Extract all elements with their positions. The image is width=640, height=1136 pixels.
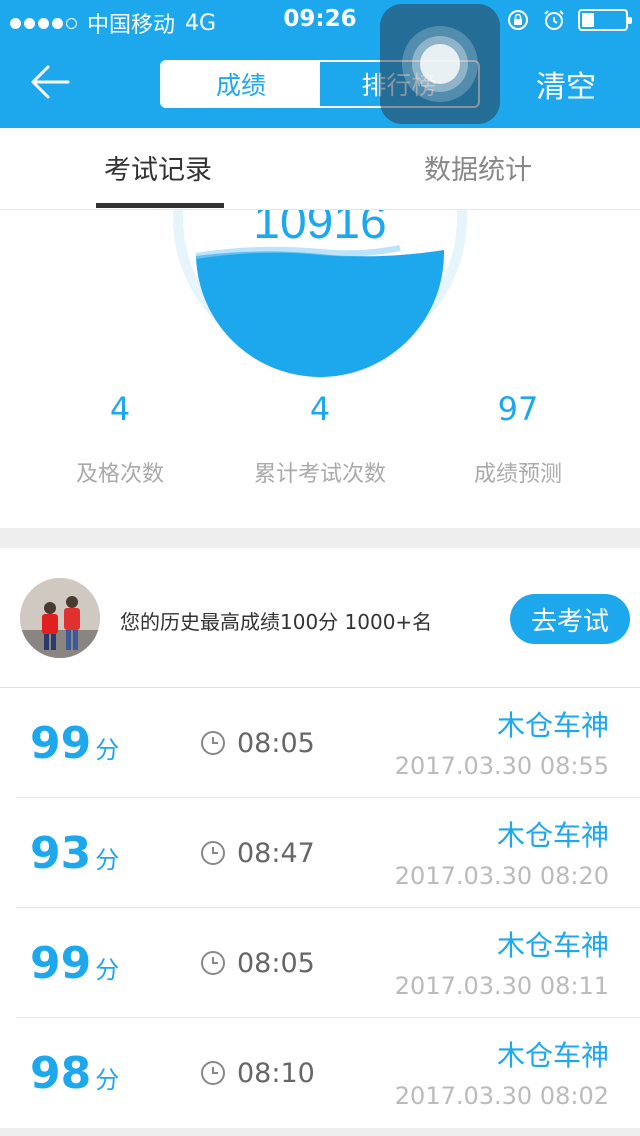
status-icons [506, 8, 632, 32]
stats-row: 4 及格次数 4 累计考试次数 97 成绩预测 [0, 390, 640, 510]
clock-icon [201, 731, 225, 755]
list-item[interactable]: 99 分 08:05 木仓车神 2017.03.30 08:11 [0, 908, 640, 1018]
best-score-text: 您的历史最高成绩100分 1000+名 [120, 610, 433, 634]
bottom-divider [0, 1128, 640, 1136]
record-duration: 08:47 [237, 838, 315, 869]
record-date: 2017.03.30 08:02 [394, 1082, 609, 1110]
stat-label: 成绩预测 [473, 462, 562, 487]
score-gauge: 10916 [173, 210, 467, 377]
record-duration: 08:05 [237, 728, 315, 759]
alarm-icon [544, 10, 564, 30]
battery-icon [578, 9, 632, 31]
record-score: 99 分 [30, 718, 120, 769]
stat-value: 4 [109, 390, 131, 428]
take-exam-button[interactable]: 去考试 [510, 594, 630, 644]
list-item[interactable]: 93 分 08:47 木仓车神 2017.03.30 08:20 [0, 798, 640, 908]
stat-total-exams: 4 累计考试次数 [220, 390, 420, 488]
tab-bar: 考试记录 数据统计 [0, 128, 640, 210]
segment-scores[interactable]: 成绩 [162, 62, 320, 106]
rotation-lock-icon [508, 10, 528, 30]
record-date: 2017.03.30 08:55 [394, 752, 609, 780]
record-date: 2017.03.30 08:20 [394, 862, 609, 890]
arrow-left-icon[interactable] [28, 62, 72, 102]
record-score: 93 分 [30, 828, 120, 879]
record-title: 木仓车神 [496, 929, 609, 962]
record-duration: 08:05 [237, 948, 315, 979]
list-item[interactable]: 98 分 08:10 木仓车神 2017.03.30 08:02 [0, 1018, 640, 1128]
stat-label: 累计考试次数 [253, 462, 386, 487]
stat-label: 及格次数 [75, 462, 164, 487]
record-title: 木仓车神 [496, 1039, 609, 1072]
exam-records-list: 99 分 08:05 木仓车神 2017.03.30 08:55 93 分 08:4… [0, 688, 640, 1128]
assistive-touch-button[interactable] [380, 4, 500, 124]
clear-button[interactable]: 清空 [536, 62, 596, 106]
status-bar: 中国移动 4G 09:26 [0, 0, 640, 40]
clock-icon [201, 1061, 225, 1085]
record-duration: 08:10 [237, 1058, 315, 1089]
record-score: 98 分 [30, 1048, 120, 1099]
record-score: 99 分 [30, 938, 120, 989]
nav-header: 中国移动 4G 09:26 成绩 排行榜 清空 [0, 0, 640, 128]
gauge-value: 10916 [253, 210, 386, 249]
stat-value: 4 [309, 390, 331, 428]
stat-score-prediction: 97 成绩预测 [418, 390, 618, 488]
tab-exam-records[interactable]: 考试记录 [104, 148, 212, 187]
record-title: 木仓车神 [496, 819, 609, 852]
record-date: 2017.03.30 08:11 [394, 972, 609, 1000]
best-score-row: 您的历史最高成绩100分 1000+名 去考试 [0, 548, 640, 688]
avatar[interactable] [20, 578, 100, 658]
clock-icon [201, 951, 225, 975]
tab-underline [96, 203, 224, 208]
stat-pass-count: 4 及格次数 [20, 390, 220, 488]
tab-statistics[interactable]: 数据统计 [424, 148, 532, 187]
stat-value: 97 [497, 390, 539, 428]
section-divider [0, 528, 640, 548]
clock-icon [201, 841, 225, 865]
list-item[interactable]: 99 分 08:05 木仓车神 2017.03.30 08:55 [0, 688, 640, 798]
avatar-photo-icon [20, 578, 100, 658]
record-title: 木仓车神 [496, 709, 609, 742]
